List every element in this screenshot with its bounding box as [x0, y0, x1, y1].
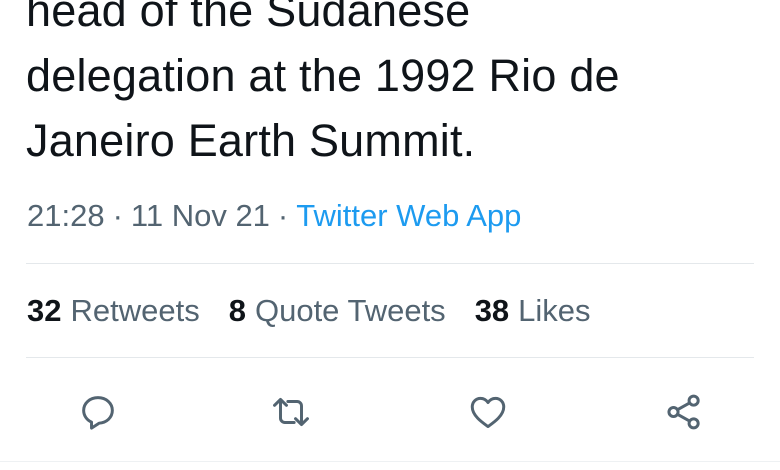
retweets-count: 32 — [27, 293, 62, 328]
meta-separator: · — [277, 198, 289, 233]
share-button[interactable] — [660, 388, 708, 436]
tweet-text-line: delegation at the 1992 Rio de — [26, 50, 620, 101]
tweet-date[interactable]: 11 Nov 21 — [131, 198, 270, 233]
tweet-stats: 32 Retweets 8 Quote Tweets 38 Likes — [27, 291, 620, 331]
action-bar — [0, 388, 780, 436]
quote-tweets-label: Quote Tweets — [254, 293, 446, 328]
heart-icon — [470, 396, 506, 429]
tweet-text-line: Janeiro Earth Summit. — [26, 115, 476, 166]
divider — [26, 263, 754, 264]
quote-tweets-count: 8 — [228, 293, 246, 328]
bottom-divider — [0, 461, 780, 462]
reply-icon — [82, 396, 114, 430]
likes-label: Likes — [518, 293, 591, 328]
likes-stat[interactable]: 38 Likes — [475, 291, 591, 331]
likes-count: 38 — [474, 293, 510, 328]
tweet-source-link[interactable]: Twitter Web App — [296, 198, 521, 233]
like-button[interactable] — [464, 388, 512, 436]
retweets-stat[interactable]: 32 Retweets — [27, 291, 200, 331]
divider — [26, 357, 754, 358]
retweet-icon — [273, 397, 309, 427]
tweet-time[interactable]: 21:28 — [27, 198, 105, 233]
tweet-meta: 21:28 · 11 Nov 21 · Twitter Web App — [27, 196, 521, 236]
meta-separator: · — [112, 198, 123, 233]
tweet-text-line: head of the Sudanese — [26, 0, 471, 36]
tweet-text: head of the Sudanese delegation at the 1… — [26, 0, 766, 173]
quote-tweets-stat[interactable]: 8 Quote Tweets — [229, 291, 446, 331]
retweet-button[interactable] — [267, 388, 315, 436]
share-icon — [667, 394, 700, 430]
retweets-label: Retweets — [70, 293, 200, 328]
reply-button[interactable] — [74, 388, 122, 436]
